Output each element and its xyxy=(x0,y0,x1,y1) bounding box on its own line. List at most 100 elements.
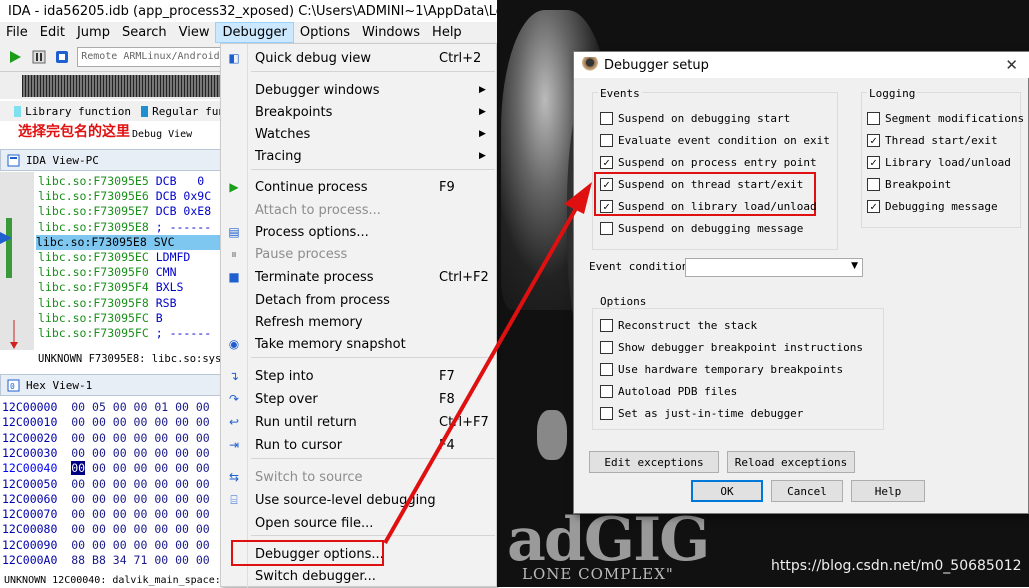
menu-item-detach-from-process[interactable]: Detach from process xyxy=(221,289,497,311)
menu-item-step-into[interactable]: ↴ Step into F7 xyxy=(221,365,497,387)
stop-icon[interactable] xyxy=(53,48,71,66)
code-row[interactable]: libc.so:F73095FC B xyxy=(38,311,163,326)
code-row[interactable]: libc.so:F73095F8 RSB xyxy=(38,296,177,311)
checkbox-label: Debugging message xyxy=(885,200,998,213)
menu-item-refresh-memory[interactable]: Refresh memory xyxy=(221,311,497,333)
menu-item-pause-process[interactable]: ⏸ Pause process xyxy=(221,243,497,265)
menu-item-tracing[interactable]: Tracing ▶ xyxy=(221,145,497,167)
events-suspend-on-debugging-start-checkbox[interactable]: Suspend on debugging start xyxy=(600,112,790,125)
menu-item-run-until-return[interactable]: ↩ Run until return Ctrl+F7 xyxy=(221,411,497,433)
menu-item-switch-debugger[interactable]: Switch debugger... xyxy=(221,565,497,587)
hex-row[interactable]: 12C00030 00 00 00 00 00 00 00 xyxy=(2,446,210,460)
code-row[interactable]: libc.so:F73095E7 DCB 0xE8 xyxy=(38,204,211,219)
code-row[interactable]: libc.so:F73095E8 ; ------ xyxy=(38,220,211,235)
menu-item-run-to-cursor[interactable]: ⇥ Run to cursor F4 xyxy=(221,434,497,456)
menu-item-label: Watches xyxy=(255,126,311,142)
menu-item-process-options[interactable]: ▤ Process options... xyxy=(221,221,497,243)
menu-item-step-over[interactable]: ↷ Step over F8 xyxy=(221,388,497,410)
reload-exceptions-button[interactable]: Reload exceptions xyxy=(727,451,855,473)
hex-row[interactable]: 12C000A0 88 B8 34 71 00 00 00 xyxy=(2,553,210,567)
menu-item-terminate-process[interactable]: ■ Terminate process Ctrl+F2 xyxy=(221,266,497,288)
code-row[interactable]: libc.so:F73095E6 DCB 0x9C xyxy=(38,189,211,204)
menu-item-quick-debug-view[interactable]: ◧ Quick debug view Ctrl+2 xyxy=(221,47,497,69)
menu-item-debugger-windows[interactable]: Debugger windows ▶ xyxy=(221,79,497,101)
debug-view-tab[interactable]: Debug View xyxy=(132,129,192,140)
close-icon[interactable]: ✕ xyxy=(1005,56,1018,74)
logging-library-load-unload-checkbox[interactable]: ✓ Library load/unload xyxy=(867,156,1011,169)
watermark: https://blog.csdn.net/m0_50685012 xyxy=(771,558,1022,574)
checkbox-box xyxy=(600,363,613,376)
pause-icon: ⏸ xyxy=(230,246,237,261)
hex-row[interactable]: 12C00060 00 00 00 00 00 00 00 xyxy=(2,492,210,506)
menu-item-switch-to-source[interactable]: ⇆ Switch to source xyxy=(221,466,497,488)
menu-jump[interactable]: Jump xyxy=(71,22,116,43)
events-suspend-on-process-entry-point-checkbox[interactable]: ✓ Suspend on process entry point xyxy=(600,156,817,169)
navigation-band[interactable] xyxy=(0,71,225,99)
play-icon[interactable] xyxy=(6,48,24,66)
events-suspend-on-thread-start-exit-checkbox[interactable]: ✓ Suspend on thread start/exit xyxy=(600,178,803,191)
logging-debugging-message-checkbox[interactable]: ✓ Debugging message xyxy=(867,200,998,213)
options-reconstruct-the-stack-checkbox[interactable]: Reconstruct the stack xyxy=(600,319,757,332)
ida-view-header[interactable]: IDA View-PC xyxy=(0,149,225,171)
menu-file[interactable]: File xyxy=(0,22,34,43)
logging-segment-modifications-checkbox[interactable]: Segment modifications xyxy=(867,112,1024,125)
hex-dump[interactable]: 12C00000 00 05 00 00 01 00 00 12C00010 00… xyxy=(0,398,225,568)
code-row[interactable]: libc.so:F73095E5 DCB 0 xyxy=(38,174,204,189)
options-use-hardware-temporary-breakpoints-checkbox[interactable]: Use hardware temporary breakpoints xyxy=(600,363,843,376)
code-row[interactable]: libc.so:F73095EC LDMFD xyxy=(38,250,190,265)
menu-item-use-source-level-debugging[interactable]: ⌸ Use source-level debugging xyxy=(221,489,497,511)
checkbox-label: Thread start/exit xyxy=(885,134,998,147)
hex-row[interactable]: 12C00070 00 00 00 00 00 00 00 xyxy=(2,507,210,521)
hex-row[interactable]: 12C00080 00 00 00 00 00 00 00 xyxy=(2,522,210,536)
menu-debugger[interactable]: Debugger xyxy=(215,22,294,43)
stop-icon: ■ xyxy=(228,270,240,284)
logging-breakpoint-checkbox[interactable]: Breakpoint xyxy=(867,178,951,191)
menu-options[interactable]: Options xyxy=(294,22,356,43)
help-button[interactable]: Help xyxy=(851,480,925,502)
code-row[interactable]: libc.so:F73095F0 CMN xyxy=(38,265,177,280)
menu-separator xyxy=(251,169,495,170)
menu-view[interactable]: View xyxy=(173,22,216,43)
debug-toolbar: Remote ARMLinux/Android xyxy=(0,43,226,71)
ida-view-status: UNKNOWN F73095E8: libc.so:sysc xyxy=(0,350,225,370)
menu-help[interactable]: Help xyxy=(426,22,468,43)
hex-row[interactable]: 12C00000 00 05 00 00 01 00 00 xyxy=(2,400,210,414)
cancel-button[interactable]: Cancel xyxy=(771,480,843,502)
hex-view-header[interactable]: 0 Hex View-1 xyxy=(0,374,225,396)
window-title-bar: IDA - ida56205.idb (app_process32_xposed… xyxy=(0,0,497,22)
hex-row[interactable]: 12C00090 00 00 00 00 00 00 00 xyxy=(2,538,210,552)
hex-row[interactable]: 12C00010 00 00 00 00 00 00 00 xyxy=(2,415,210,429)
menu-item-label: Tracing xyxy=(255,148,302,164)
code-row[interactable]: libc.so:F73095E8 SVC xyxy=(36,234,225,250)
event-condition-combo[interactable]: ▼ xyxy=(685,258,863,277)
events-suspend-on-debugging-message-checkbox[interactable]: Suspend on debugging message xyxy=(600,222,803,235)
code-row[interactable]: libc.so:F73095F4 BXLS xyxy=(38,280,183,295)
options-show-debugger-breakpoint-instructions-checkbox[interactable]: Show debugger breakpoint instructions xyxy=(600,341,863,354)
hex-row[interactable]: 12C00020 00 00 00 00 00 00 00 xyxy=(2,431,210,445)
menu-item-breakpoints[interactable]: Breakpoints ▶ xyxy=(221,101,497,123)
options-autoload-pdb-files-checkbox[interactable]: Autoload PDB files xyxy=(600,385,737,398)
options-set-as-just-in-time-debugger-checkbox[interactable]: Set as just-in-time debugger xyxy=(600,407,803,420)
menu-windows[interactable]: Windows xyxy=(356,22,426,43)
events-suspend-on-library-load-unload-checkbox[interactable]: ✓ Suspend on library load/unload xyxy=(600,200,817,213)
hex-row[interactable]: 12C00040 00 00 00 00 00 00 00 xyxy=(2,461,210,476)
ok-button[interactable]: OK xyxy=(691,480,763,502)
menu-item-continue-process[interactable]: ▶ Continue process F9 xyxy=(221,176,497,198)
code-row[interactable]: libc.so:F73095FC ; ------ xyxy=(38,326,211,341)
menu-item-attach-to-process[interactable]: Attach to process... xyxy=(221,199,497,221)
menu-edit[interactable]: Edit xyxy=(34,22,71,43)
menu-item-watches[interactable]: Watches ▶ xyxy=(221,123,497,145)
edit-exceptions-button[interactable]: Edit exceptions xyxy=(589,451,719,473)
hex-view-title: Hex View-1 xyxy=(26,378,93,392)
disassembly-listing[interactable]: libc.so:F73095E5 DCB 0 libc.so:F73095E6 D… xyxy=(0,172,225,350)
events-evaluate-event-condition-on-exit-checkbox[interactable]: Evaluate event condition on exit xyxy=(600,134,830,147)
pause-icon[interactable] xyxy=(30,48,48,66)
menu-item-take-memory-snapshot[interactable]: ◉ Take memory snapshot xyxy=(221,333,497,355)
logging-thread-start-exit-checkbox[interactable]: ✓ Thread start/exit xyxy=(867,134,998,147)
menu-item-open-source-file[interactable]: Open source file... xyxy=(221,512,497,534)
debugger-select[interactable]: Remote ARMLinux/Android xyxy=(77,47,226,67)
code-instruction: B xyxy=(155,310,163,325)
submenu-arrow-icon: ▶ xyxy=(479,151,486,161)
menu-search[interactable]: Search xyxy=(116,22,173,43)
hex-row[interactable]: 12C00050 00 00 00 00 00 00 00 xyxy=(2,477,210,491)
